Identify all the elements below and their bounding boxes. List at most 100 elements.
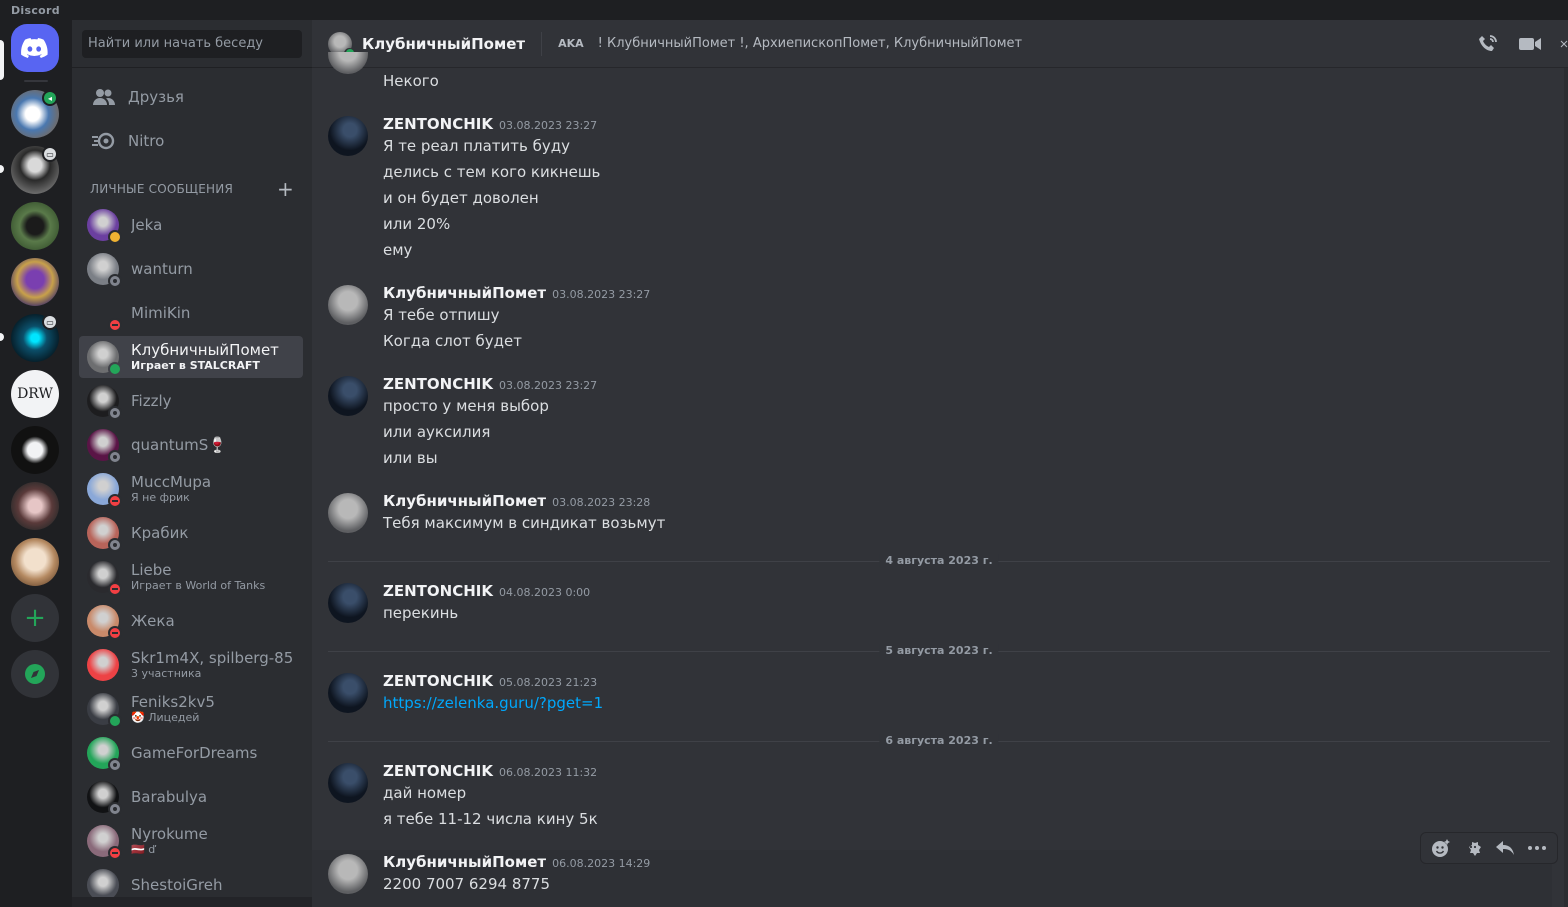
message-timestamp: 05.08.2023 21:23 [498, 676, 598, 689]
server-7[interactable] [11, 426, 59, 474]
server-4[interactable] [11, 258, 59, 306]
message-avatar[interactable] [328, 854, 368, 894]
home-button[interactable] [11, 24, 59, 72]
add-super-reaction-icon[interactable] [1425, 834, 1457, 862]
message-avatar[interactable] [328, 493, 368, 533]
avatar [87, 825, 122, 860]
dm-item[interactable]: MuccMupa Я не фрик [79, 468, 303, 510]
avatar [87, 473, 122, 508]
voice-call-icon[interactable] [1476, 32, 1500, 56]
message-author[interactable]: ZENTONCHIK 05.08.2023 21:23 [383, 672, 597, 690]
status-indicator [108, 758, 122, 772]
dm-name: MimiKin [131, 304, 191, 322]
message-text: или вы [383, 449, 438, 467]
dm-subtitle: Я не фрик [131, 491, 190, 504]
add-server-button[interactable]: + [11, 594, 59, 642]
dm-name: Крабик [131, 524, 189, 542]
add-reaction-icon[interactable] [1457, 834, 1489, 862]
message-text: или 20% [383, 215, 451, 233]
message-actions-toolbar [1420, 832, 1558, 864]
speaker-icon: ◂ [44, 92, 56, 104]
nitro-label: Nitro [128, 132, 165, 150]
message-avatar[interactable] [328, 763, 368, 803]
pin-icon[interactable] [1560, 32, 1568, 56]
status-indicator [108, 318, 122, 332]
dm-item[interactable]: Barabulya [79, 776, 303, 818]
chat-scrollbar[interactable] [1564, 68, 1568, 907]
message-author[interactable]: КлубничныйПомет 03.08.2023 23:27 [383, 284, 650, 302]
dm-item[interactable]: MimiKin [79, 292, 303, 334]
message-avatar[interactable] [328, 52, 368, 74]
message-timestamp: 06.08.2023 14:29 [552, 857, 651, 870]
avatar [87, 517, 122, 552]
avatar [87, 385, 122, 420]
dm-name: MuccMupa [131, 473, 212, 491]
video-call-icon[interactable] [1518, 32, 1542, 56]
message-avatar[interactable] [328, 583, 368, 623]
dm-name: ShestoiGreh [131, 876, 223, 894]
server-8[interactable] [11, 482, 59, 530]
dm-name: Jeka [131, 216, 163, 234]
dm-item[interactable]: quantumS🍷 [79, 424, 303, 466]
message-author[interactable]: КлубничныйПомет 03.08.2023 23:28 [383, 492, 650, 510]
dm-item[interactable]: Jeka [79, 204, 303, 246]
explore-servers-button[interactable] [11, 650, 59, 698]
message-author[interactable]: КлубничныйПомет 06.08.2023 14:29 [383, 853, 650, 871]
title-bar: Discord [0, 0, 1568, 20]
header-username[interactable]: КлубничныйПомет [362, 35, 525, 53]
dm-name: Fizzly [131, 392, 172, 410]
status-indicator [108, 406, 122, 420]
status-indicator [108, 802, 122, 816]
dm-item[interactable]: Fizzly [79, 380, 303, 422]
friends-nav[interactable]: Друзья [80, 76, 304, 118]
message-avatar[interactable] [328, 285, 368, 325]
server-3[interactable] [11, 202, 59, 250]
message-text: Я тебе отпишу [383, 306, 500, 324]
avatar [87, 737, 122, 772]
header-separator [541, 31, 543, 56]
message-avatar[interactable] [328, 116, 368, 156]
dm-item[interactable]: Liebe Играет в World of Tanks [79, 556, 303, 598]
message-text: перекинь [383, 604, 459, 622]
message-text: ему [383, 241, 413, 259]
message-avatar[interactable] [328, 673, 368, 713]
message-link[interactable]: https://zelenka.guru/?pget=1 [383, 694, 603, 712]
dm-name: Liebe [131, 561, 172, 579]
more-options-icon[interactable] [1521, 834, 1553, 862]
server-drw[interactable]: DRW [11, 370, 59, 418]
date-divider: 4 августа 2023 г. [328, 554, 1550, 567]
search-input[interactable]: Найти или начать беседу [82, 30, 302, 58]
dm-name: wanturn [131, 260, 193, 278]
message-author[interactable]: ZENTONCHIK 04.08.2023 0:00 [383, 582, 590, 600]
drw-logo-icon: DRW [17, 386, 53, 402]
nitro-nav[interactable]: Nitro [80, 120, 304, 162]
dm-item[interactable]: wanturn [79, 248, 303, 290]
message-author[interactable]: ZENTONCHIK 03.08.2023 23:27 [383, 115, 597, 133]
status-indicator [108, 274, 122, 288]
message-avatar[interactable] [328, 376, 368, 416]
dm-item[interactable]: Жека [79, 600, 303, 642]
header-toolbar [1476, 32, 1568, 56]
rail-divider [24, 80, 48, 82]
avatar [87, 693, 122, 728]
dm-item[interactable]: Nyrokume 🇱🇻 ď [79, 820, 303, 862]
avatar [87, 605, 122, 640]
reply-icon[interactable] [1489, 834, 1521, 862]
message-author[interactable]: ZENTONCHIK 06.08.2023 11:32 [383, 762, 597, 780]
dm-item[interactable]: Крабик [79, 512, 303, 554]
message-text: и он будет доволен [383, 189, 539, 207]
dm-item[interactable]: Skr1m4X, spilberg-85 3 участника [79, 644, 303, 686]
status-indicator [108, 450, 122, 464]
dm-item[interactable]: GameForDreams [79, 732, 303, 774]
server-9[interactable] [11, 538, 59, 586]
message-timestamp: 04.08.2023 0:00 [498, 586, 591, 599]
create-dm-button[interactable]: + [277, 179, 294, 199]
dm-item[interactable]: Feniks2kv5 🤡 Лицедей [79, 688, 303, 730]
dm-item[interactable]: КлубничныйПомет Играет в STALCRAFT [79, 336, 303, 378]
friends-label: Друзья [128, 88, 184, 106]
dm-subtitle: Играет в World of Tanks [131, 579, 266, 592]
compass-icon [25, 664, 45, 684]
chat-header: КлубничныйПомет AKA ! КлубничныйПомет !,… [312, 20, 1568, 68]
unread-pill [0, 165, 4, 173]
message-author[interactable]: ZENTONCHIK 03.08.2023 23:27 [383, 375, 597, 393]
